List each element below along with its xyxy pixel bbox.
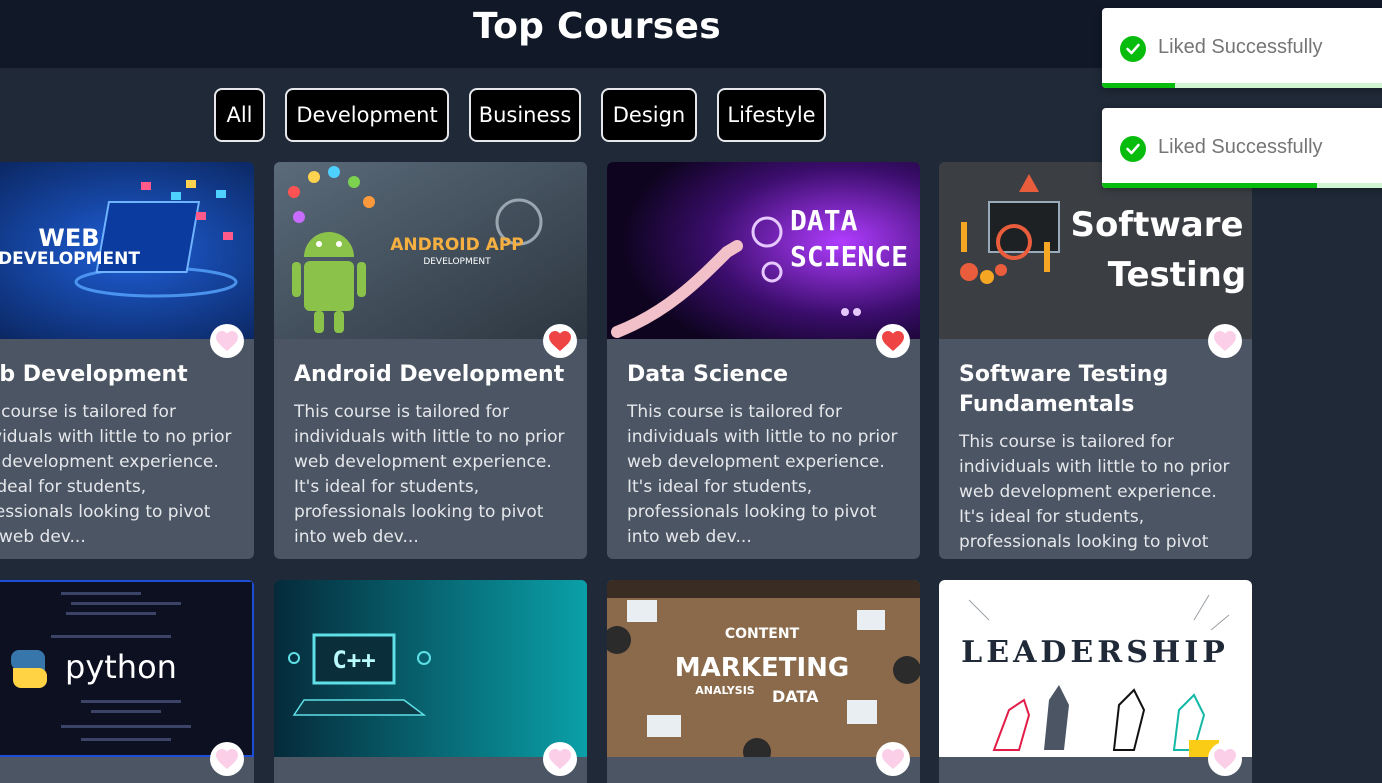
course-thumbnail: WEB DEVELOPMENT xyxy=(0,162,254,339)
course-thumbnail: Software Testing xyxy=(939,162,1252,339)
thumb-text: SCIENCE xyxy=(790,240,908,273)
check-circle-icon xyxy=(1120,36,1146,62)
filter-business-button[interactable]: Business xyxy=(469,88,581,142)
heart-icon xyxy=(549,749,571,769)
filter-design-button[interactable]: Design xyxy=(601,88,697,142)
like-button[interactable] xyxy=(543,742,577,776)
check-circle-icon xyxy=(1120,136,1146,162)
course-description: This course is tailored for individuals … xyxy=(959,432,1230,559)
toast-progress-track xyxy=(1102,83,1382,88)
course-description: This course is tailored for individuals … xyxy=(0,402,232,547)
course-title: Software Testing Fundamentals xyxy=(959,362,1169,417)
course-title: Android Development xyxy=(294,362,565,387)
thumb-text: MARKETING xyxy=(675,653,849,683)
page-title: Top Courses xyxy=(473,6,721,47)
course-thumbnail: MARKETING CONTENT ANALYSIS DATA xyxy=(607,580,920,757)
like-button[interactable] xyxy=(876,324,910,358)
like-button[interactable] xyxy=(543,324,577,358)
thumb-text: DEVELOPMENT xyxy=(423,257,491,267)
course-description: This course is tailored for individuals … xyxy=(627,402,898,547)
course-title: Data Science xyxy=(627,362,789,387)
course-card-cpp[interactable]: C++ xyxy=(274,580,587,783)
heart-icon xyxy=(216,749,238,769)
course-thumbnail: DATA SCIENCE xyxy=(607,162,920,339)
filter-lifestyle-button[interactable]: Lifestyle xyxy=(717,88,826,142)
heart-icon xyxy=(1214,749,1236,769)
toast-message: Liked Successfully xyxy=(1158,36,1323,58)
course-thumbnail: ANDROID APP DEVELOPMENT xyxy=(274,162,587,339)
like-button[interactable] xyxy=(210,742,244,776)
course-thumbnail: python xyxy=(0,580,254,757)
like-button[interactable] xyxy=(1208,742,1242,776)
toast-notification[interactable]: Liked Successfully xyxy=(1102,108,1382,188)
thumb-text: Software xyxy=(1070,205,1243,245)
course-card-python[interactable]: python xyxy=(0,580,254,783)
heart-icon xyxy=(882,749,904,769)
thumb-text: ANALYSIS xyxy=(695,684,755,697)
course-thumbnail: LEADERSHIP xyxy=(939,580,1252,757)
heart-icon xyxy=(216,331,238,351)
course-card-web-development[interactable]: WEB DEVELOPMENT Web Development This cou… xyxy=(0,162,254,559)
thumb-text: DATA xyxy=(790,204,858,237)
toast-message: Liked Successfully xyxy=(1158,136,1323,158)
course-title: Web Development xyxy=(0,362,188,387)
thumb-text: LEADERSHIP xyxy=(961,635,1229,670)
course-card-leadership[interactable]: LEADERSHIP xyxy=(939,580,1252,783)
heart-icon xyxy=(549,331,571,351)
filter-all-button[interactable]: All xyxy=(214,88,265,142)
thumb-text: ANDROID APP xyxy=(390,235,523,255)
heart-icon xyxy=(882,331,904,351)
course-card-data-science[interactable]: DATA SCIENCE Data Science This course is… xyxy=(607,162,920,559)
course-description: This course is tailored for individuals … xyxy=(294,402,565,547)
course-card-marketing[interactable]: MARKETING CONTENT ANALYSIS DATA xyxy=(607,580,920,783)
toast-progress-bar xyxy=(1102,183,1317,188)
thumb-text: WEB xyxy=(38,224,99,252)
like-button[interactable] xyxy=(1208,324,1242,358)
course-card-android-development[interactable]: ANDROID APP DEVELOPMENT Android Developm… xyxy=(274,162,587,559)
thumb-text: DEVELOPMENT xyxy=(0,249,140,269)
thumb-text: CONTENT xyxy=(725,626,800,642)
thumb-text: Testing xyxy=(1108,255,1246,295)
filter-development-button[interactable]: Development xyxy=(285,88,449,142)
toast-notification[interactable]: Liked Successfully xyxy=(1102,8,1382,88)
toast-progress-track xyxy=(1102,183,1382,188)
course-card-software-testing[interactable]: Software Testing Software Testing Fundam… xyxy=(939,162,1252,559)
thumb-text: python xyxy=(65,648,177,686)
heart-icon xyxy=(1214,331,1236,351)
toast-progress-bar xyxy=(1102,83,1175,88)
course-thumbnail: C++ xyxy=(274,580,587,757)
thumb-text: DATA xyxy=(772,687,819,706)
like-button[interactable] xyxy=(876,742,910,776)
thumb-text: C++ xyxy=(332,646,375,674)
like-button[interactable] xyxy=(210,324,244,358)
